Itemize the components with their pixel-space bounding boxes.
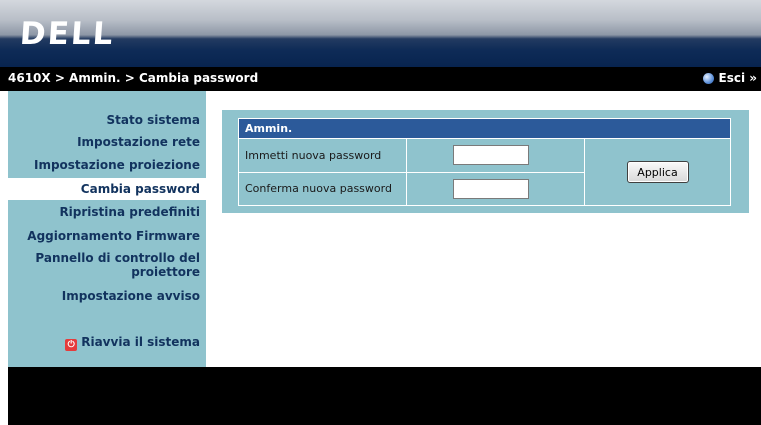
confirm-password-label: Conferma nuova password <box>238 171 407 207</box>
confirm-password-cell <box>406 171 585 207</box>
sidebar-item-label: proiettore <box>131 265 200 279</box>
exit-link[interactable]: Esci » <box>702 71 758 85</box>
apply-button[interactable]: Applica <box>626 161 689 184</box>
sidebar-item-pannello-controllo[interactable]: Pannello di controllo del proiettore <box>35 251 200 279</box>
confirm-password-field[interactable] <box>453 178 529 199</box>
sidebar-item-impostazione-proiezione[interactable]: Impostazione proiezione <box>34 158 200 172</box>
sidebar-item-impostazione-avviso[interactable]: Impostazione avviso <box>62 289 200 303</box>
footer-bar <box>8 367 761 425</box>
sidebar: Stato sistema Impostazione rete Impostaz… <box>8 91 206 367</box>
password-form-table: Ammin. Immetti nuova password Applica Co… <box>238 117 731 207</box>
sidebar-item-label: Pannello di controllo del <box>35 251 200 265</box>
password-panel: Ammin. Immetti nuova password Applica Co… <box>222 110 749 213</box>
new-password-label: Immetti nuova password <box>238 138 407 173</box>
sidebar-item-riavvia-sistema[interactable]: ⏻ Riavvia il sistema <box>65 335 200 351</box>
globe-icon <box>702 72 714 84</box>
sidebar-item-stato-sistema[interactable]: Stato sistema <box>106 113 200 127</box>
header-banner: DELL <box>0 0 761 67</box>
power-icon: ⏻ <box>65 339 78 351</box>
new-password-cell <box>406 138 585 173</box>
left-margin <box>0 91 8 425</box>
new-password-field[interactable] <box>453 145 529 166</box>
sidebar-item-impostazione-rete[interactable]: Impostazione rete <box>77 135 200 149</box>
exit-label: Esci » <box>718 71 758 85</box>
sidebar-item-aggiornamento-firmware[interactable]: Aggiornamento Firmware <box>27 229 200 243</box>
breadcrumb: 4610X > Ammin. > Cambia password <box>8 71 259 85</box>
breadcrumb-bar: 4610X > Ammin. > Cambia password Esci » <box>0 67 761 91</box>
sidebar-item-label: Riavvia il sistema <box>81 335 200 349</box>
apply-cell: Applica <box>584 138 731 206</box>
dell-logo: DELL <box>18 16 116 52</box>
sidebar-item-ripristina-predefiniti[interactable]: Ripristina predefiniti <box>59 205 200 219</box>
sidebar-item-cambia-password[interactable]: Cambia password <box>81 182 200 196</box>
form-header: Ammin. <box>238 117 731 140</box>
